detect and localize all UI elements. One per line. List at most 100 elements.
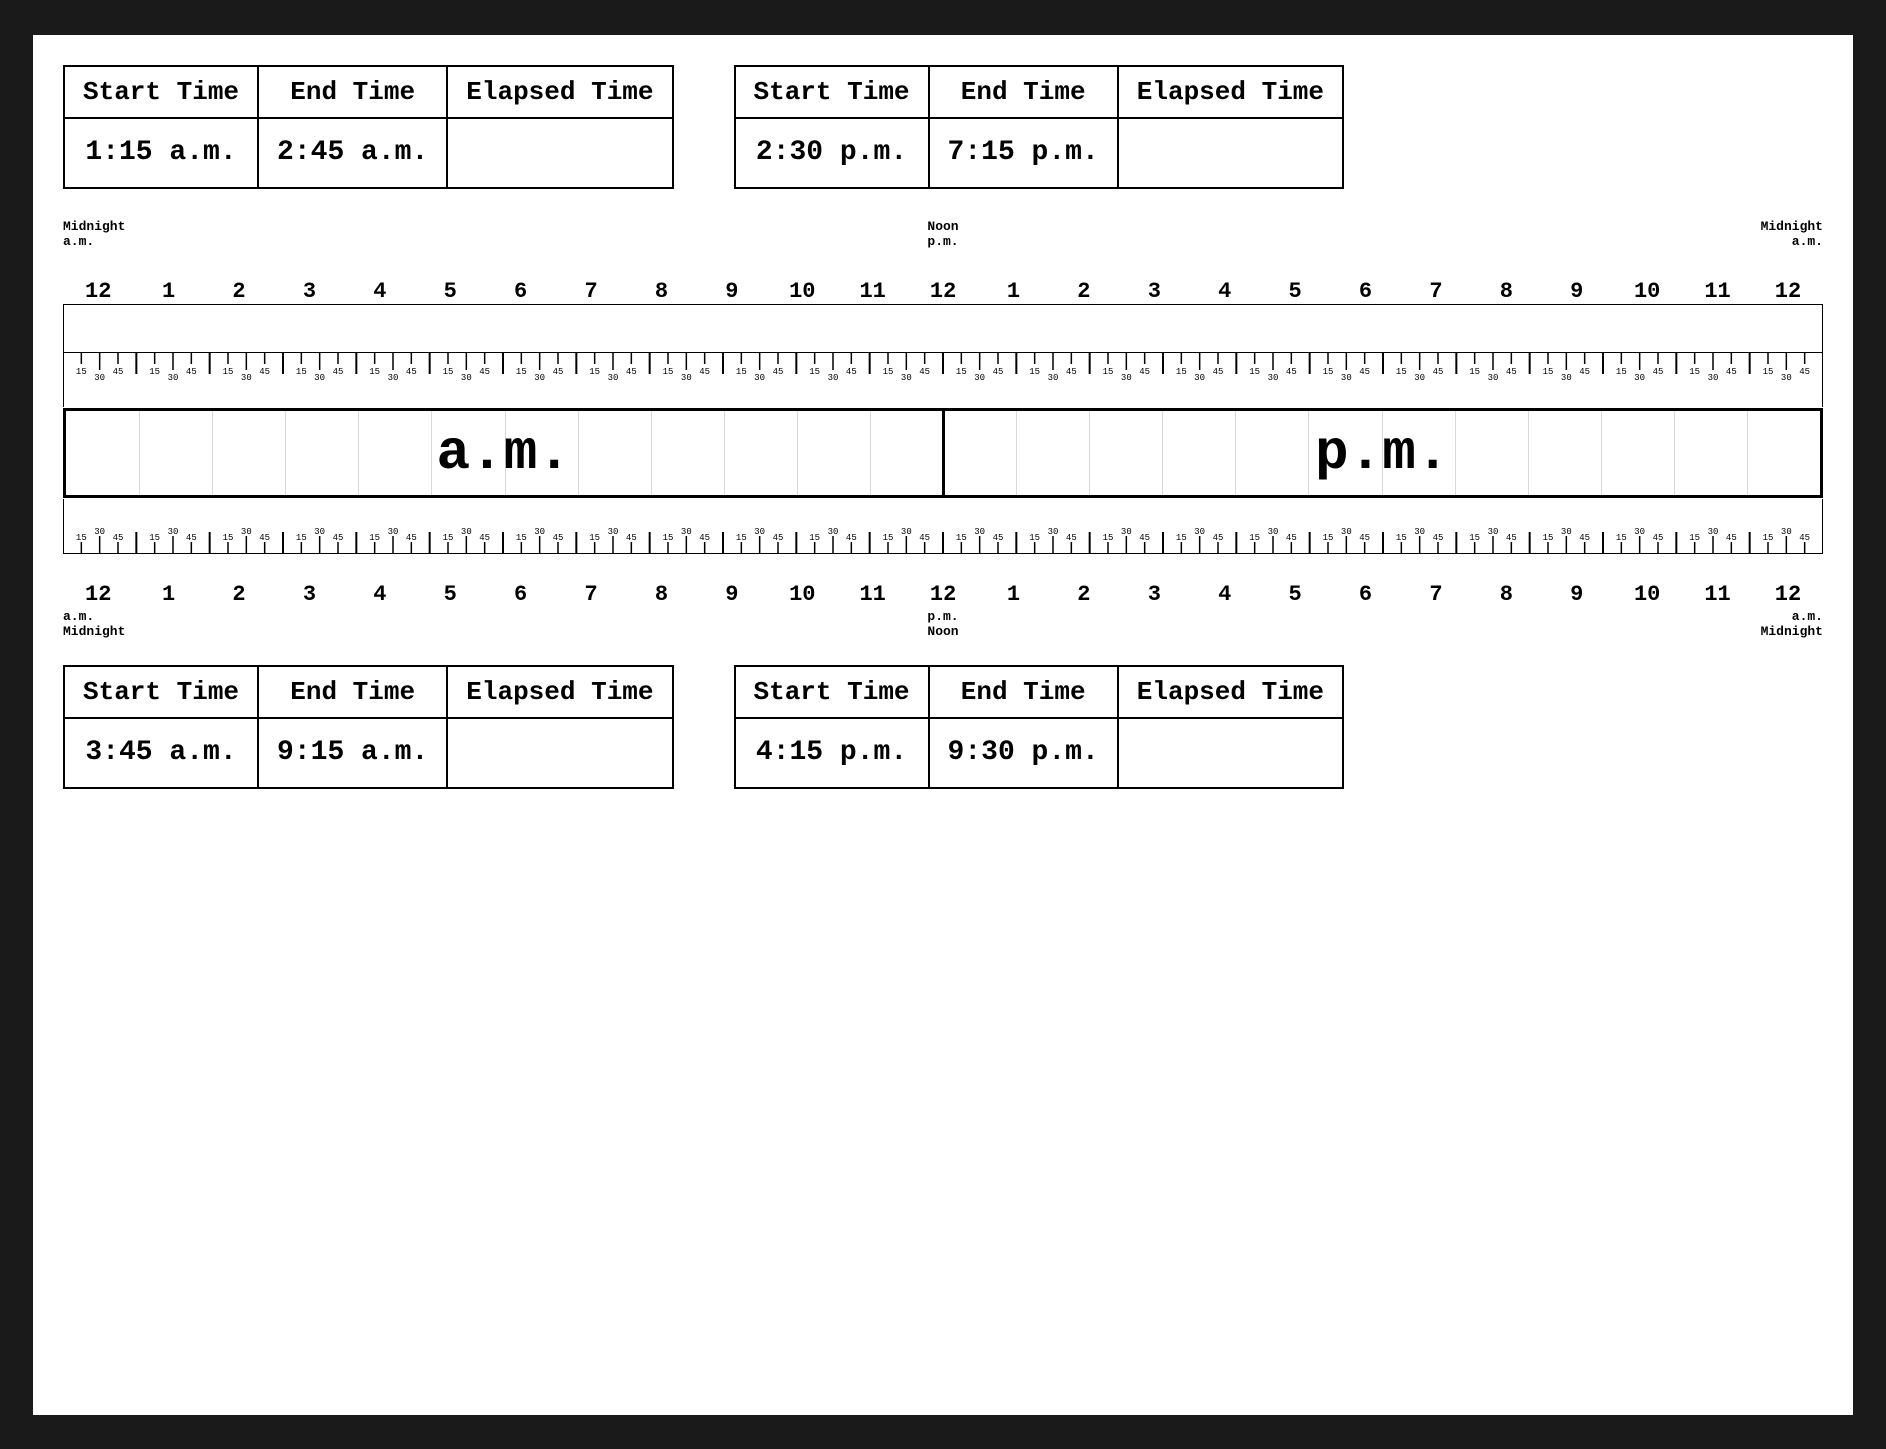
svg-text:15: 15	[76, 367, 87, 377]
bottom-right-am-label: a.m. Midnight	[1761, 609, 1823, 639]
svg-text:15: 15	[223, 533, 234, 543]
svg-text:30: 30	[1561, 527, 1572, 537]
svg-text:15: 15	[1689, 367, 1700, 377]
svg-text:45: 45	[1799, 367, 1810, 377]
svg-text:45: 45	[1139, 367, 1150, 377]
svg-text:45: 45	[1506, 367, 1517, 377]
svg-text:30: 30	[1268, 373, 1279, 383]
svg-text:45: 45	[846, 533, 857, 543]
bottom-float-labels: a.m. Midnight p.m. Noon a.m. Midnight	[63, 609, 1823, 645]
svg-text:15: 15	[223, 367, 234, 377]
svg-text:15: 15	[1176, 533, 1187, 543]
svg-text:15: 15	[1323, 533, 1334, 543]
svg-text:30: 30	[1268, 527, 1279, 537]
svg-text:30: 30	[314, 527, 325, 537]
top-left-midnight-label: Midnight a.m.	[63, 219, 125, 249]
svg-text:30: 30	[1488, 527, 1499, 537]
svg-text:45: 45	[1433, 367, 1444, 377]
svg-text:15: 15	[369, 367, 380, 377]
svg-text:30: 30	[1121, 373, 1132, 383]
svg-text:45: 45	[773, 533, 784, 543]
tl-elapsed	[447, 118, 672, 188]
bl-elapsed	[447, 718, 672, 788]
tl-header-elapsed: Elapsed Time	[447, 66, 672, 118]
svg-text:45: 45	[1286, 367, 1297, 377]
br-elapsed	[1118, 718, 1343, 788]
svg-text:30: 30	[534, 373, 545, 383]
svg-text:30: 30	[94, 527, 105, 537]
svg-text:45: 45	[1139, 533, 1150, 543]
svg-text:45: 45	[1066, 367, 1077, 377]
svg-text:30: 30	[1634, 373, 1645, 383]
svg-text:15: 15	[516, 367, 527, 377]
svg-text:45: 45	[1213, 367, 1224, 377]
tl-start-time: 1:15 a.m.	[64, 118, 258, 188]
am-label: a.m.	[66, 411, 945, 495]
svg-text:30: 30	[901, 373, 912, 383]
svg-text:45: 45	[259, 367, 270, 377]
timeline-section: Midnight a.m. Noon p.m. Midnight a.m. 12…	[63, 219, 1823, 645]
tl-header-start: Start Time	[64, 66, 258, 118]
svg-text:30: 30	[1634, 527, 1645, 537]
svg-text:45: 45	[259, 533, 270, 543]
svg-text:30: 30	[1488, 373, 1499, 383]
tr-start-time: 2:30 p.m.	[735, 118, 929, 188]
svg-text:30: 30	[1121, 527, 1132, 537]
svg-text:30: 30	[534, 527, 545, 537]
svg-text:30: 30	[241, 527, 252, 537]
svg-text:30: 30	[1048, 373, 1059, 383]
br-end-time: 9:30 p.m.	[929, 718, 1118, 788]
top-ruler-svg	[63, 304, 1823, 354]
svg-text:15: 15	[589, 533, 600, 543]
svg-text:15: 15	[1469, 533, 1480, 543]
page: Start Time End Time Elapsed Time 1:15 a.…	[33, 35, 1853, 1415]
svg-text:45: 45	[846, 367, 857, 377]
pm-label: p.m.	[945, 411, 1821, 495]
svg-text:15: 15	[1249, 367, 1260, 377]
br-start-time: 4:15 p.m.	[735, 718, 929, 788]
svg-text:45: 45	[113, 367, 124, 377]
top-left-table: Start Time End Time Elapsed Time 1:15 a.…	[63, 65, 674, 189]
svg-text:30: 30	[168, 373, 179, 383]
svg-text:15: 15	[736, 367, 747, 377]
svg-text:45: 45	[699, 533, 710, 543]
svg-text:45: 45	[406, 533, 417, 543]
svg-text:45: 45	[1726, 533, 1737, 543]
svg-text:15: 15	[1396, 533, 1407, 543]
svg-text:15: 15	[663, 533, 674, 543]
bottom-tables-row: Start Time End Time Elapsed Time 3:45 a.…	[63, 665, 1823, 789]
svg-text:45: 45	[919, 533, 930, 543]
svg-text:30: 30	[94, 373, 105, 383]
svg-text:45: 45	[993, 533, 1004, 543]
svg-text:15: 15	[1029, 533, 1040, 543]
svg-text:30: 30	[974, 373, 985, 383]
br-header-start: Start Time	[735, 666, 929, 718]
svg-text:15: 15	[1249, 533, 1260, 543]
svg-text:15: 15	[1616, 367, 1627, 377]
svg-text:45: 45	[1579, 367, 1590, 377]
svg-text:30: 30	[1781, 373, 1792, 383]
svg-text:15: 15	[76, 533, 87, 543]
svg-text:30: 30	[314, 373, 325, 383]
svg-text:45: 45	[333, 533, 344, 543]
svg-text:15: 15	[736, 533, 747, 543]
bottom-tick-container: 15 30 45 15 30 45 15 30 45 15 30 45 15 30 45 15 30 45 15 30…	[63, 499, 1823, 554]
svg-text:15: 15	[369, 533, 380, 543]
svg-text:45: 45	[626, 533, 637, 543]
svg-text:30: 30	[1781, 527, 1792, 537]
svg-text:45: 45	[773, 367, 784, 377]
tr-header-end: End Time	[929, 66, 1118, 118]
bottom-left-table: Start Time End Time Elapsed Time 3:45 a.…	[63, 665, 674, 789]
svg-text:45: 45	[186, 533, 197, 543]
svg-text:30: 30	[754, 373, 765, 383]
bottom-center-pm-label: p.m. Noon	[927, 609, 958, 639]
svg-text:15: 15	[956, 533, 967, 543]
top-tick-container: 15 30 45 15 30 45 15 30 45 15 30 45 15 30 45 15 30 45 15 30…	[63, 352, 1823, 407]
svg-text:30: 30	[241, 373, 252, 383]
svg-text:30: 30	[1048, 527, 1059, 537]
bottom-right-table: Start Time End Time Elapsed Time 4:15 p.…	[734, 665, 1345, 789]
top-full-ruler: 15 30 45 15 30 45 15 30 45 15 30 45 15 30 45 15 30 45 15 30…	[63, 352, 1823, 407]
svg-text:45: 45	[1359, 367, 1370, 377]
svg-text:45: 45	[113, 533, 124, 543]
top-tables-row: Start Time End Time Elapsed Time 1:15 a.…	[63, 65, 1823, 189]
